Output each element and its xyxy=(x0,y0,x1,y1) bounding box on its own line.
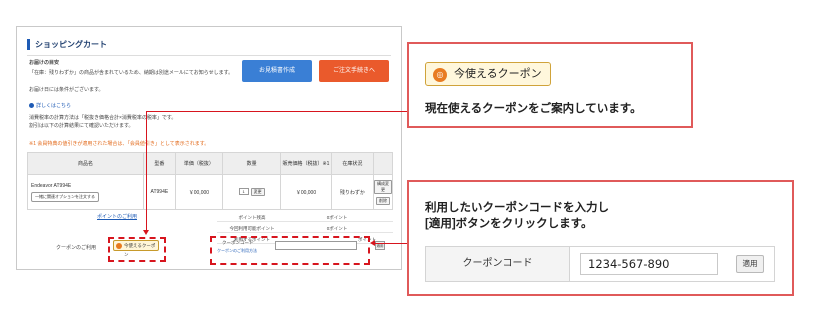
points-row: ポイント残高 0ポイント xyxy=(217,213,393,222)
column-header xyxy=(372,152,394,175)
quote-button[interactable]: お見積書作成 xyxy=(242,60,312,82)
coupon-icon: ◎ xyxy=(433,68,447,82)
available-coupon-label: 今使えるクーポン xyxy=(454,68,542,80)
callout2-line1: 利用したいクーポンコードを入力し xyxy=(425,202,609,214)
arrow-down-icon xyxy=(143,230,149,235)
column-header: 在庫状況 xyxy=(330,152,374,175)
highlight-coupon-code xyxy=(210,236,370,265)
connector-line xyxy=(146,111,147,231)
callout1-description: 現在使えるクーポンをご案内しています。 xyxy=(425,103,642,115)
apply-button[interactable]: 適用 xyxy=(736,255,764,273)
points-label: ポイント残高 xyxy=(238,215,266,220)
cart-table: 商品名 型番 単価（税抜） 数量 販売価格（税抜）※1 在庫状況 Endeavo… xyxy=(26,152,394,210)
column-header: 販売価格（税抜）※1 xyxy=(280,152,332,175)
qty-cell: 1 変更 xyxy=(222,174,282,210)
tax-note-2: 割引は以下の計算結果にて確認いただけます。 xyxy=(29,123,134,129)
column-header: 商品名 xyxy=(26,152,145,175)
points-value: 0ポイント xyxy=(326,226,348,231)
table-row: Endeavor AT994E 一緒に関連オプションを注文する AT994E ￥… xyxy=(26,174,394,210)
tax-note: 消費税率の計算方法は「税抜き価格合計×消費税率の税率」です。 xyxy=(29,115,177,121)
action-cell: 構成変更 削除 xyxy=(372,174,394,210)
highlight-coupon-button xyxy=(108,237,166,262)
points-label: 今回利用可能ポイント xyxy=(229,226,275,231)
callout-coupon-info: ◎ 今使えるクーポン 現在使えるクーポンをご案内しています。 xyxy=(407,42,693,128)
column-header: 単価（税抜） xyxy=(174,152,224,175)
coupon-code-label: クーポンコード xyxy=(426,247,570,281)
callout2-line2: [適用]ボタンをクリックします。 xyxy=(425,218,593,230)
cart-title: ショッピングカート xyxy=(27,39,107,50)
coupon-row-label: クーポンのご利用 xyxy=(56,245,97,251)
coupon-code-input[interactable]: 1234-567-890 xyxy=(580,253,718,275)
order-button[interactable]: ご注文手続きへ xyxy=(319,60,389,82)
table-header-row: 商品名 型番 単価（税抜） 数量 販売価格（税抜）※1 在庫状況 xyxy=(26,152,394,175)
total-cell: ￥00,000 xyxy=(280,174,332,210)
details-link[interactable]: 詳しくはこちら xyxy=(29,102,71,109)
model-cell: AT994E xyxy=(143,174,176,210)
delivery-heading: お届けの目安 xyxy=(29,60,60,66)
info-icon xyxy=(29,103,34,108)
qty-change-button[interactable]: 変更 xyxy=(250,188,265,196)
option-button[interactable]: 一緒に関連オプションを注文する xyxy=(31,191,99,202)
product-cell: Endeavor AT994E 一緒に関連オプションを注文する xyxy=(26,174,145,210)
details-link-label: 詳しくはこちら xyxy=(36,103,72,109)
column-header: 型番 xyxy=(143,152,176,175)
stock-cell: 残りわずか xyxy=(330,174,374,210)
unit-price-cell: ￥00,000 xyxy=(174,174,224,210)
cart-page-thumbnail: ショッピングカート お届けの目安 「在庫：残りわずか」の商品が含まれているため、… xyxy=(16,26,402,270)
delivery-note: 「在庫：残りわずか」の商品が含まれているため、納期は別途メールにてお知らせします… xyxy=(29,70,234,76)
coupon-code-form: クーポンコード 1234-567-890 適用 xyxy=(425,246,775,282)
connector-line xyxy=(375,243,407,244)
product-name: Endeavor AT994E xyxy=(31,182,72,189)
column-header: 数量 xyxy=(222,152,282,175)
discount-note: ※1 会員特典の値引きが適用された場合は、「会員値引き」として表示されます。 xyxy=(29,141,210,147)
divider xyxy=(27,55,391,56)
points-row: 今回利用可能ポイント 0ポイント xyxy=(217,224,393,233)
available-coupon-button[interactable]: ◎ 今使えるクーポン xyxy=(425,62,551,86)
points-value: 0ポイント xyxy=(326,215,348,220)
config-change-button[interactable]: 構成変更 xyxy=(373,179,392,194)
connector-line xyxy=(146,111,407,112)
callout-coupon-code: 利用したいクーポンコードを入力し [適用]ボタンをクリックします。 クーポンコー… xyxy=(407,180,794,296)
arrow-left-icon xyxy=(370,240,375,246)
delete-button[interactable]: 削除 xyxy=(375,196,390,205)
delivery-condition: お届け日には条件がございます。 xyxy=(29,87,104,93)
quantity-input[interactable]: 1 xyxy=(238,188,249,195)
callout2-description: 利用したいクーポンコードを入力し [適用]ボタンをクリックします。 xyxy=(425,200,609,232)
